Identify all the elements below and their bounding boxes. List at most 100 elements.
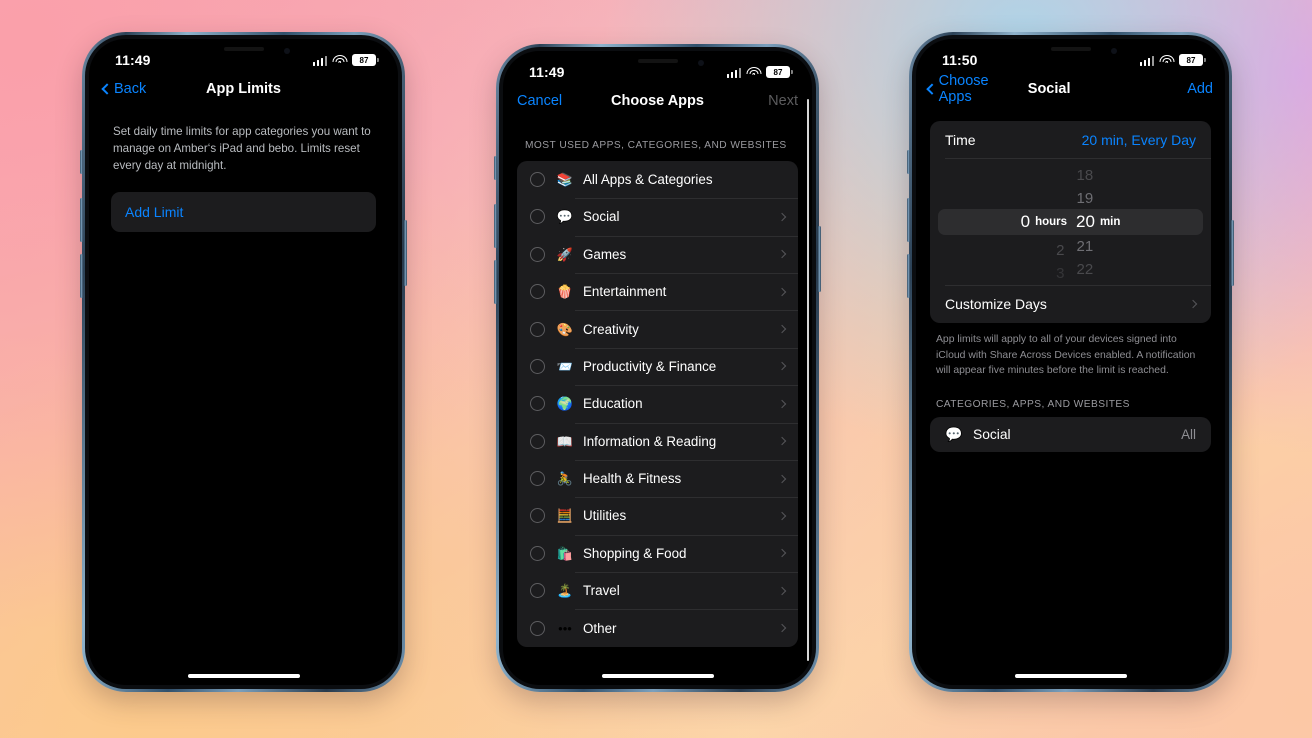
add-button[interactable]: Add bbox=[1187, 81, 1213, 97]
home-indicator[interactable] bbox=[601, 674, 714, 678]
radio-button[interactable] bbox=[530, 358, 545, 374]
time-row[interactable]: Time 20 min, Every Day bbox=[930, 121, 1211, 159]
minutes-unit-label: min bbox=[1099, 216, 1121, 228]
signal-icon bbox=[726, 67, 741, 78]
back-button[interactable]: Choose Apps bbox=[926, 73, 1020, 105]
radio-button[interactable] bbox=[530, 433, 545, 449]
list-item-label: Travel bbox=[583, 583, 620, 599]
radio-button[interactable] bbox=[530, 171, 545, 187]
battery-level: 87 bbox=[1186, 55, 1196, 65]
list-item[interactable]: 🌍 Education bbox=[517, 385, 798, 422]
selected-apps-card: 💬 Social All bbox=[930, 416, 1211, 452]
home-indicator[interactable] bbox=[1014, 674, 1127, 678]
chevron-right-icon bbox=[777, 250, 787, 259]
volume-up-button[interactable] bbox=[80, 198, 83, 242]
app-row[interactable]: 💬 Social All bbox=[930, 417, 1211, 452]
selected-hours: 0 bbox=[1020, 212, 1031, 231]
speaker-icon bbox=[1050, 47, 1091, 51]
power-button[interactable] bbox=[404, 220, 407, 286]
list-item[interactable]: 🧮 Utilities bbox=[517, 497, 798, 534]
volume-down-button[interactable] bbox=[494, 260, 497, 304]
radio-button[interactable] bbox=[530, 284, 545, 300]
list-item-label: Productivity & Finance bbox=[583, 358, 717, 374]
list-item[interactable]: 🚴 Health & Fitness bbox=[517, 459, 798, 497]
picker-item: 3 bbox=[1056, 265, 1065, 283]
book-icon: 📖 bbox=[556, 433, 574, 449]
social-icon: 💬 bbox=[945, 426, 963, 443]
popcorn-icon: 🍿 bbox=[556, 284, 574, 300]
radio-button[interactable] bbox=[530, 471, 545, 487]
silent-switch[interactable] bbox=[80, 150, 83, 174]
list-item[interactable]: 📚 All Apps & Categories bbox=[517, 161, 798, 198]
chevron-right-icon bbox=[777, 436, 787, 446]
list-item-label: Education bbox=[583, 396, 643, 412]
chevron-right-icon bbox=[777, 549, 787, 558]
page-title: Choose Apps bbox=[611, 93, 704, 109]
add-limit-button[interactable]: Add Limit bbox=[111, 192, 376, 233]
chevron-right-icon bbox=[1188, 299, 1198, 309]
radio-button[interactable] bbox=[530, 545, 545, 561]
palette-icon: 🎨 bbox=[556, 321, 574, 337]
radio-button[interactable] bbox=[530, 321, 545, 337]
silent-switch[interactable] bbox=[907, 150, 910, 174]
front-camera-icon bbox=[283, 48, 290, 54]
volume-down-button[interactable] bbox=[907, 254, 910, 298]
chevron-right-icon bbox=[777, 586, 787, 596]
phone2-screen: 11:49 87 Cancel Choose Apps Next MOST US… bbox=[503, 51, 812, 685]
list-item[interactable]: 📖 Information & Reading bbox=[517, 422, 798, 460]
volume-up-button[interactable] bbox=[494, 204, 497, 248]
picker-item: 2 bbox=[1056, 242, 1065, 260]
next-button[interactable]: Next bbox=[768, 93, 798, 109]
cancel-button[interactable]: Cancel bbox=[517, 93, 562, 109]
customize-days-row[interactable]: Customize Days bbox=[930, 285, 1211, 323]
scrollbar[interactable] bbox=[806, 99, 809, 661]
list-item[interactable]: 🛍️ Shopping & Food bbox=[517, 534, 798, 572]
list-item-label: Social bbox=[583, 209, 620, 225]
radio-button[interactable] bbox=[530, 396, 545, 412]
battery-level: 87 bbox=[773, 67, 783, 77]
radio-button[interactable] bbox=[530, 620, 545, 636]
hours-unit-label: hours bbox=[1035, 216, 1068, 228]
battery-icon: 87 bbox=[352, 54, 379, 66]
chevron-right-icon bbox=[777, 623, 787, 633]
status-time: 11:49 bbox=[115, 52, 151, 68]
rocket-icon: 🚀 bbox=[556, 246, 574, 262]
wifi-icon bbox=[332, 54, 347, 66]
home-indicator[interactable] bbox=[187, 674, 300, 678]
phone-social-limit: 11:50 87 Choose Apps Social Add Time 20 … bbox=[907, 32, 1234, 692]
list-item[interactable]: 💬 Social bbox=[517, 198, 798, 235]
bike-icon: 🚴 bbox=[556, 471, 574, 487]
power-button[interactable] bbox=[818, 226, 821, 292]
picker-item: 18 bbox=[1076, 166, 1094, 184]
globe-icon: 🌍 bbox=[556, 396, 574, 412]
list-item[interactable]: 🎨 Creativity bbox=[517, 310, 798, 347]
duration-picker[interactable]: 0123 17181920212223 0 hours 20 min bbox=[930, 159, 1211, 285]
radio-button[interactable] bbox=[530, 209, 545, 225]
list-item[interactable]: 🚀 Games bbox=[517, 235, 798, 273]
time-label: Time bbox=[945, 132, 976, 148]
list-item[interactable]: 🍿 Entertainment bbox=[517, 272, 798, 310]
list-item-label: Entertainment bbox=[583, 284, 667, 300]
chevron-right-icon bbox=[777, 399, 787, 409]
radio-button[interactable] bbox=[530, 508, 545, 524]
island-icon: 🏝️ bbox=[556, 583, 574, 599]
navigation-bar: Cancel Choose Apps Next bbox=[503, 81, 812, 121]
chevron-left-icon bbox=[101, 83, 113, 95]
list-item[interactable]: 📨 Productivity & Finance bbox=[517, 347, 798, 385]
back-label: Back bbox=[114, 81, 147, 97]
power-button[interactable] bbox=[1231, 220, 1234, 286]
list-item[interactable]: 🏝️ Travel bbox=[517, 572, 798, 609]
phone3-screen: 11:50 87 Choose Apps Social Add Time 20 … bbox=[916, 39, 1225, 685]
chevron-right-icon bbox=[777, 511, 787, 521]
back-label: Choose Apps bbox=[938, 73, 989, 105]
silent-switch[interactable] bbox=[494, 156, 497, 180]
list-item[interactable]: ••• Other bbox=[517, 609, 798, 646]
notch bbox=[1004, 39, 1137, 62]
radio-button[interactable] bbox=[530, 246, 545, 262]
phone-app-limits: 11:49 87 Back App Limits Set daily time … bbox=[80, 32, 407, 692]
back-button[interactable]: Back bbox=[101, 81, 147, 97]
radio-button[interactable] bbox=[530, 583, 545, 599]
page-title: Social bbox=[1027, 81, 1071, 97]
volume-up-button[interactable] bbox=[907, 198, 910, 242]
volume-down-button[interactable] bbox=[80, 254, 83, 298]
